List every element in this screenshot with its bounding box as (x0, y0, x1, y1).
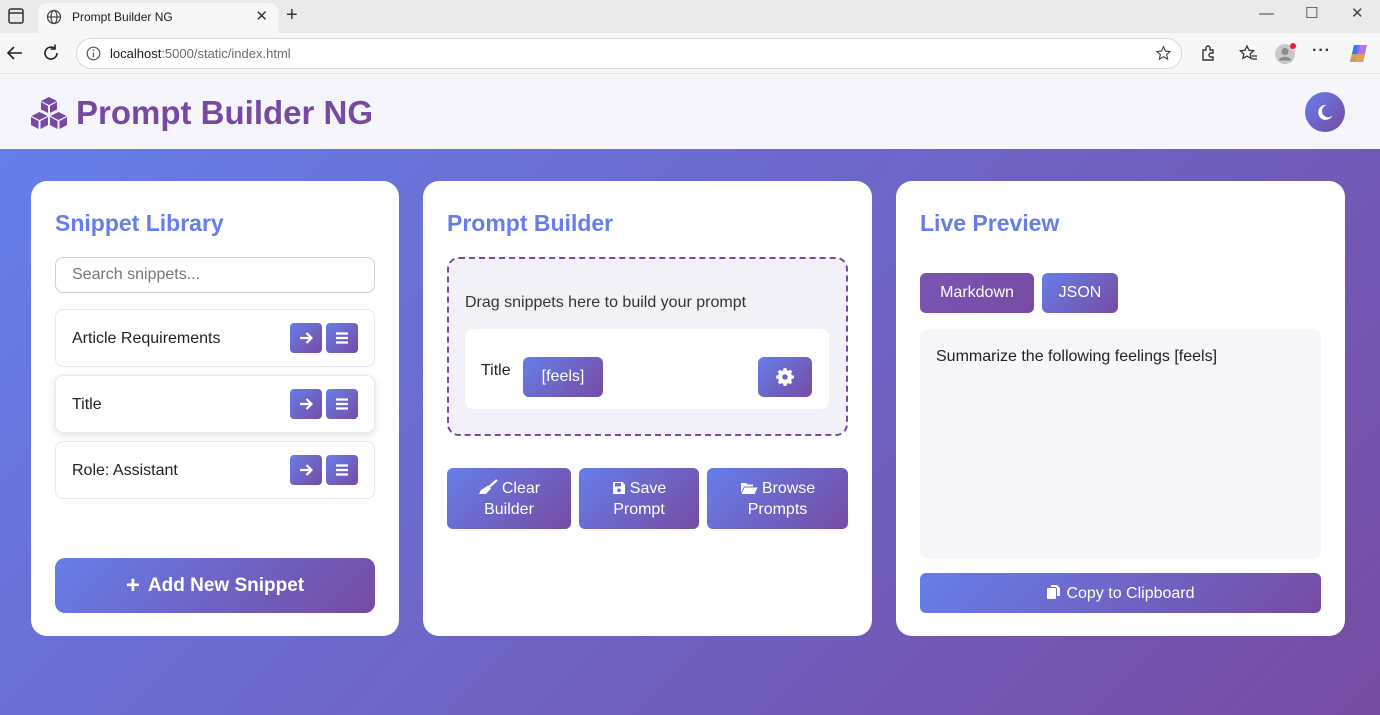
tab-json[interactable]: JSON (1042, 273, 1118, 313)
live-preview-title: Live Preview (920, 210, 1060, 236)
browser-tab-title: Prompt Builder NG (72, 10, 173, 24)
globe-icon (46, 9, 62, 25)
more-options-icon[interactable]: ··· (1312, 42, 1331, 60)
snippet-item[interactable]: Title (55, 375, 375, 433)
save-label-line2: Prompt (613, 500, 665, 518)
minimize-icon[interactable]: — (1259, 5, 1274, 23)
favorite-star-icon[interactable] (1155, 45, 1172, 62)
search-input[interactable] (55, 257, 375, 293)
add-to-builder-button[interactable] (290, 323, 322, 353)
copy-label: Copy to Clipboard (1066, 584, 1195, 602)
snippet-library-panel: Snippet Library Article Requirements Tit… (31, 181, 399, 636)
clear-label-line2: Builder (484, 500, 534, 518)
add-new-snippet-label: Add New Snippet (147, 574, 305, 596)
maximize-icon[interactable]: ☐ (1305, 5, 1318, 23)
profile-avatar-icon[interactable] (1274, 42, 1298, 66)
snippet-menu-button[interactable] (326, 455, 358, 485)
add-to-builder-button[interactable] (290, 389, 322, 419)
snippet-name: Role: Assistant (72, 462, 178, 479)
prompt-builder-panel: Prompt Builder Drag snippets here to bui… (423, 181, 872, 636)
arrow-right-icon (300, 398, 314, 410)
extensions-icon[interactable] (1199, 44, 1218, 63)
app-main: Snippet Library Article Requirements Tit… (0, 149, 1380, 715)
browser-tab[interactable]: Prompt Builder NG ✕ (38, 3, 278, 33)
broom-icon (478, 478, 498, 494)
builder-item-label: Title (481, 362, 511, 379)
bars-icon (336, 464, 348, 476)
add-to-builder-button[interactable] (290, 455, 322, 485)
browse-label-line1: Browse (761, 479, 816, 497)
copilot-icon[interactable] (1347, 42, 1370, 65)
browse-label-line2: Prompts (747, 500, 808, 518)
favorites-icon[interactable] (1239, 44, 1258, 63)
arrow-right-icon (300, 464, 314, 476)
save-prompt-button[interactable]: Save Prompt (579, 468, 699, 529)
variable-chip[interactable]: [feels] (523, 357, 603, 397)
save-label-line1: Save (629, 479, 667, 497)
copy-to-clipboard-button[interactable]: Copy to Clipboard (920, 573, 1321, 613)
app-title: Prompt Builder NG (76, 94, 374, 131)
snippet-menu-button[interactable] (326, 389, 358, 419)
plus-icon: + (125, 571, 140, 599)
snippet-name: Title (72, 396, 102, 413)
tab-actions-icon[interactable] (6, 6, 26, 26)
app-header: Prompt Builder NG (0, 75, 1380, 149)
snippet-menu-button[interactable] (326, 323, 358, 353)
browser-tab-bar: Prompt Builder NG ✕ + — ☐ ✕ (0, 0, 1380, 33)
cubes-logo-icon (31, 97, 67, 129)
dropzone-hint: Drag snippets here to build your prompt (465, 294, 747, 311)
folder-open-icon (740, 482, 758, 494)
info-icon[interactable] (86, 46, 101, 61)
builder-dropzone[interactable]: Drag snippets here to build your prompt … (447, 257, 848, 436)
new-tab-icon[interactable]: + (286, 5, 298, 25)
tab-markdown[interactable]: Markdown (920, 273, 1034, 313)
bars-icon (336, 398, 348, 410)
snippet-item[interactable]: Role: Assistant (55, 441, 375, 499)
preview-output: Summarize the following feelings [feels] (920, 329, 1321, 559)
preview-text: Summarize the following feelings [feels] (936, 348, 1218, 365)
url-text: localhost:5000/static/index.html (110, 46, 291, 61)
snippet-name: Article Requirements (72, 330, 221, 347)
bars-icon (336, 332, 348, 344)
url-field[interactable]: localhost:5000/static/index.html (76, 38, 1182, 69)
moon-icon (1318, 104, 1333, 120)
window-close-icon[interactable]: ✕ (1351, 5, 1364, 23)
clear-builder-button[interactable]: Clear Builder (447, 468, 571, 529)
clear-label-line1: Clear (501, 479, 541, 497)
theme-toggle-button[interactable] (1305, 92, 1345, 132)
back-icon[interactable] (4, 42, 26, 64)
live-preview-panel: Live Preview Markdown JSON Summarize the… (896, 181, 1345, 636)
save-icon (612, 481, 625, 494)
close-tab-icon[interactable]: ✕ (255, 9, 268, 25)
builder-item[interactable]: Title [feels] (465, 329, 829, 409)
gear-icon (776, 368, 794, 386)
add-new-snippet-button[interactable]: + Add New Snippet (55, 558, 375, 613)
item-settings-button[interactable] (758, 357, 812, 397)
snippet-library-title: Snippet Library (55, 210, 224, 236)
browse-prompts-button[interactable]: Browse Prompts (707, 468, 848, 529)
arrow-right-icon (300, 332, 314, 344)
prompt-builder-title: Prompt Builder (447, 210, 614, 236)
reload-icon[interactable] (40, 42, 62, 64)
copy-icon (1047, 584, 1061, 599)
snippet-item[interactable]: Article Requirements (55, 309, 375, 367)
browser-address-bar: localhost:5000/static/index.html ··· (0, 33, 1380, 74)
